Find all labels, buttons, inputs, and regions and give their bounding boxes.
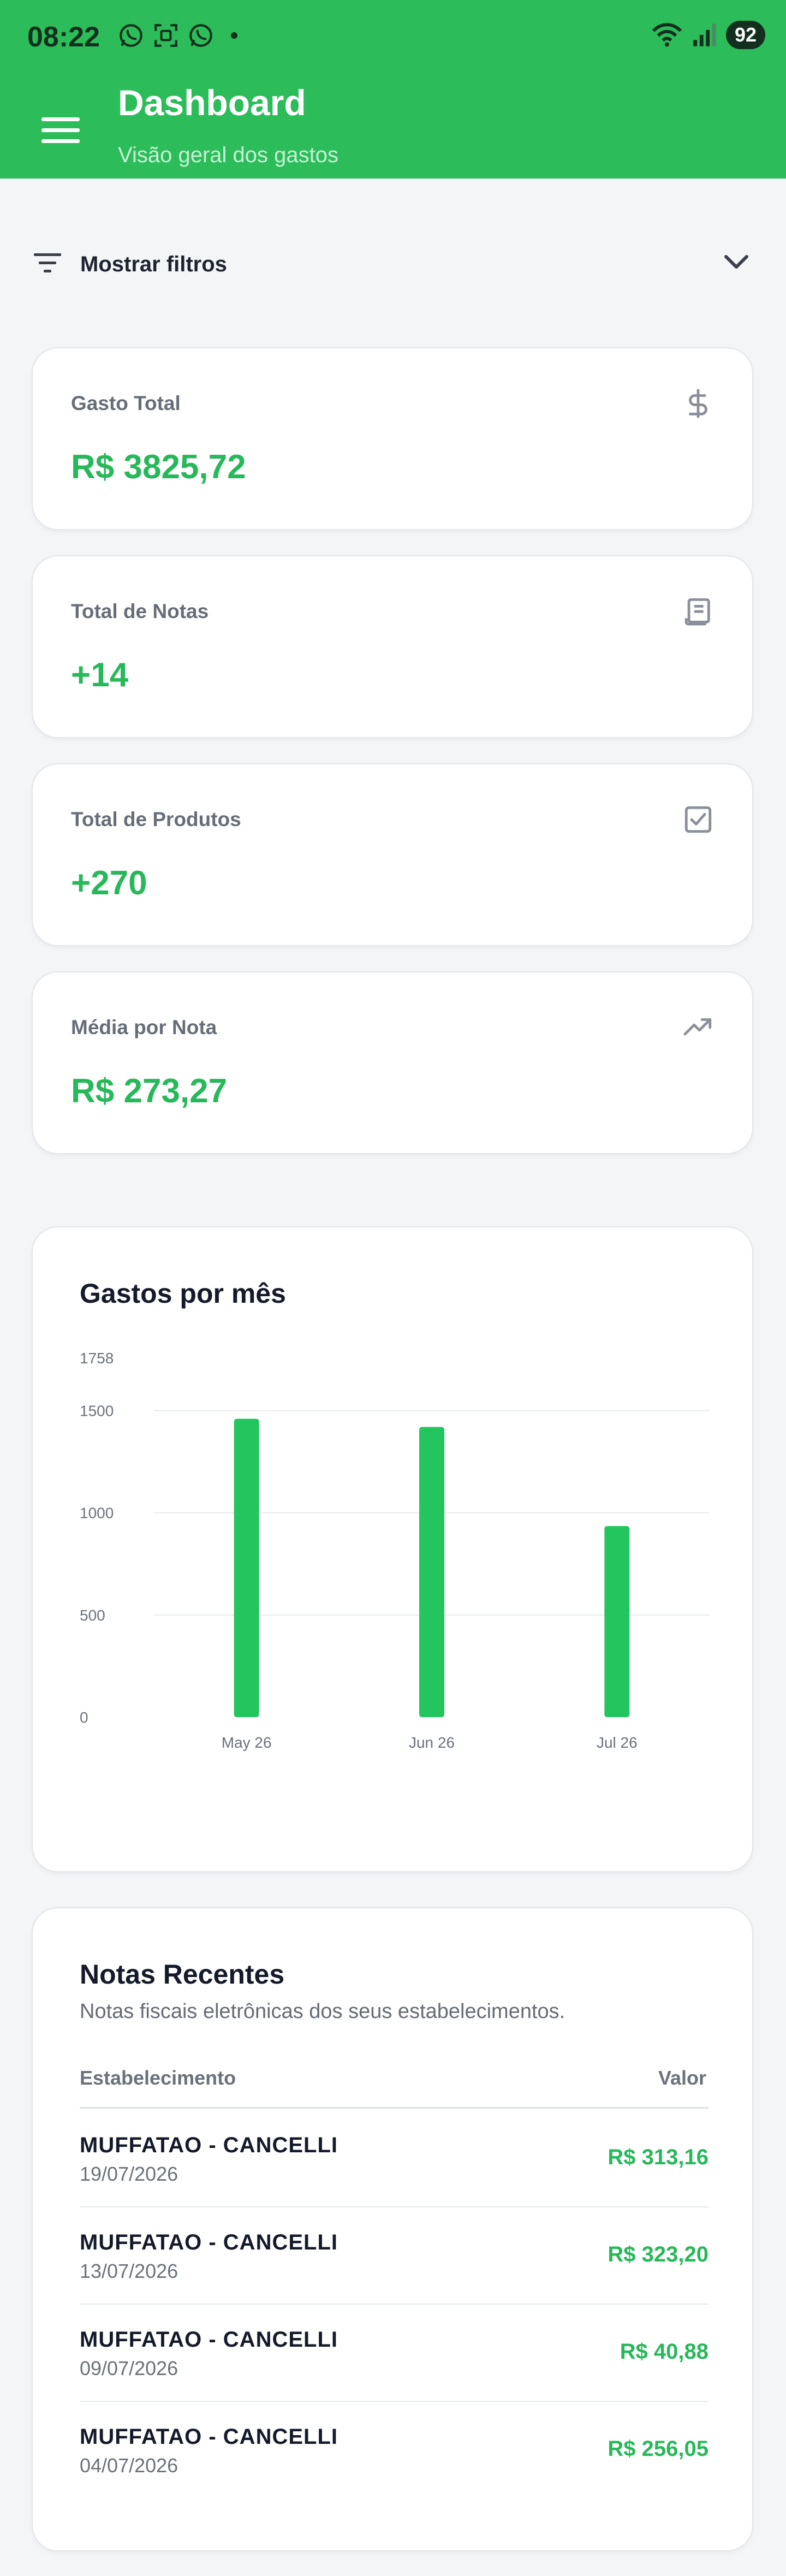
wifi-icon [652, 23, 682, 47]
status-bar: 08:22 92 [0, 0, 786, 71]
note-date: 19/07/2026 [80, 2163, 178, 2185]
recent-notes-title: Notas Recentes [80, 1959, 285, 1990]
battery-indicator: 92 [725, 21, 765, 49]
y-tick-label: 500 [80, 1607, 105, 1624]
column-header-value: Valor [658, 2067, 706, 2089]
system-icons: 92 [651, 21, 765, 49]
stat-card-average-per-note: Média por Nota R$ 273,27 [32, 971, 753, 1154]
recent-notes-card: Notas Recentes Notas fiscais eletrônicas… [32, 1907, 753, 2551]
dollar-icon [689, 389, 707, 418]
note-date: 13/07/2026 [80, 2260, 178, 2282]
stat-label: Total de Produtos [71, 808, 241, 830]
chevron-down-icon[interactable] [724, 253, 749, 271]
y-tick-label: 1000 [80, 1505, 114, 1522]
note-value: R$ 40,88 [620, 2340, 708, 2364]
note-value: R$ 313,16 [608, 2145, 708, 2169]
table-row[interactable]: MUFFATAO - CANCELLI 04/07/2026 R$ 256,05 [80, 2402, 708, 2499]
note-date: 04/07/2026 [80, 2454, 178, 2477]
whatsapp-icon [189, 24, 212, 47]
stat-value: R$ 3825,72 [71, 448, 246, 486]
y-tick-label: 1500 [80, 1403, 114, 1420]
x-tick-label: Jul 26 [597, 1734, 638, 1751]
notification-icons [117, 22, 237, 49]
stat-card-total-notes: Total de Notas +14 [32, 555, 753, 738]
table-header-divider [80, 2107, 708, 2109]
bar-chart: 0 500 1000 1500 1758 May 26 Jun 26 Jul 26 [80, 1350, 710, 1751]
more-notifications-dot [231, 32, 237, 39]
stat-label: Média por Nota [71, 1016, 217, 1038]
recent-notes-subtitle: Notas fiscais eletrônicas dos seus estab… [80, 2000, 565, 2023]
app-header: 08:22 92 Dashboard Visão geral dos gasto… [0, 0, 786, 179]
stat-label: Total de Notas [71, 600, 209, 622]
status-time: 08:22 [27, 21, 100, 53]
whatsapp-icon [120, 24, 142, 47]
trending-up-icon [683, 1018, 712, 1036]
table-row[interactable]: MUFFATAO - CANCELLI 09/07/2026 R$ 40,88 [80, 2305, 708, 2402]
scan-icon [154, 24, 177, 47]
note-date: 09/07/2026 [80, 2357, 178, 2379]
filter-icon [34, 253, 61, 272]
stat-card-total-products: Total de Produtos +270 [32, 763, 753, 946]
filters-label: Mostrar filtros [80, 252, 227, 276]
note-establishment: MUFFATAO - CANCELLI [80, 2133, 338, 2157]
column-header-establishment: Estabelecimento [80, 2067, 236, 2089]
bar-jul-26[interactable] [604, 1526, 630, 1717]
stat-card-total-spent: Gasto Total R$ 3825,72 [32, 347, 753, 530]
note-establishment: MUFFATAO - CANCELLI [80, 2328, 338, 2352]
filters-toggle[interactable]: Mostrar filtros [0, 229, 786, 295]
stat-label: Gasto Total [71, 392, 181, 414]
note-establishment: MUFFATAO - CANCELLI [80, 2425, 338, 2449]
note-establishment: MUFFATAO - CANCELLI [80, 2230, 338, 2254]
stat-value: +270 [71, 864, 147, 902]
x-tick-label: Jun 26 [409, 1734, 455, 1751]
page-subtitle: Visão geral dos gastos [118, 143, 338, 167]
page-title: Dashboard [118, 82, 306, 123]
y-tick-label: 1758 [80, 1350, 114, 1367]
receipt-icon [684, 598, 710, 626]
stat-value: +14 [71, 656, 129, 694]
note-value: R$ 323,20 [608, 2242, 708, 2266]
checkbox-icon [684, 806, 712, 833]
table-row[interactable]: MUFFATAO - CANCELLI 19/07/2026 R$ 313,16 [80, 2110, 708, 2207]
bar-jun-26[interactable] [419, 1427, 444, 1717]
note-value: R$ 256,05 [608, 2437, 708, 2461]
x-tick-label: May 26 [222, 1734, 272, 1751]
signal-icon [693, 23, 716, 46]
menu-icon[interactable] [41, 116, 80, 145]
stat-value: R$ 273,27 [71, 1072, 228, 1110]
bar-may-26[interactable] [234, 1418, 259, 1717]
y-tick-label: 0 [80, 1709, 88, 1726]
monthly-spending-chart-card: Gastos por mês 0 500 1000 1500 1758 May 26 Jun… [32, 1226, 753, 1872]
table-row[interactable]: MUFFATAO - CANCELLI 13/07/2026 R$ 323,20 [80, 2207, 708, 2305]
